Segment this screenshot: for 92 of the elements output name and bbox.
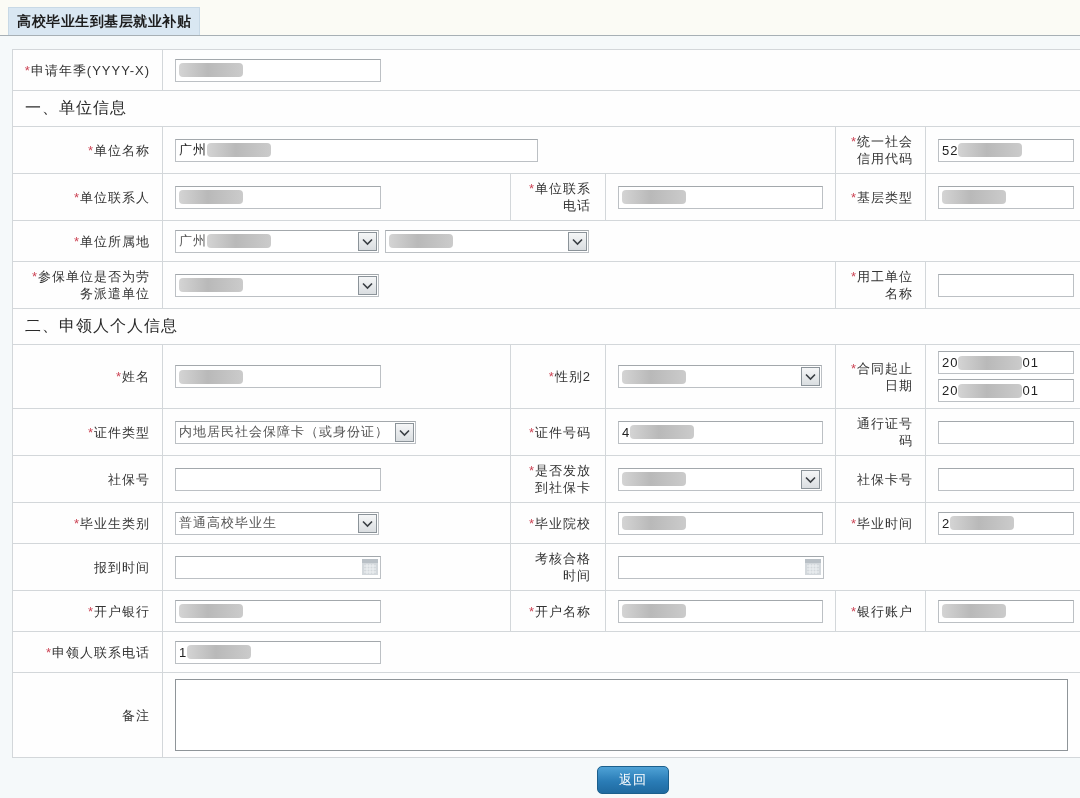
chevron-down-icon xyxy=(801,469,820,489)
chevron-down-icon xyxy=(358,275,377,295)
field-label: *参保单位是否为劳务派遣单位 xyxy=(31,269,150,301)
text-input[interactable]: 20 01 xyxy=(938,351,1075,374)
blur-redaction xyxy=(942,190,1006,204)
field-label: *用工单位名称 xyxy=(850,269,913,301)
field-label: 考核合格时间 xyxy=(535,551,591,583)
blur-redaction xyxy=(207,143,271,157)
select-field[interactable] xyxy=(385,229,589,253)
select-field[interactable] xyxy=(618,365,822,388)
blur-redaction xyxy=(179,63,243,77)
field-label: *姓名 xyxy=(115,369,150,384)
text-input[interactable]: 1 xyxy=(175,640,381,664)
text-input[interactable] xyxy=(938,273,1075,297)
field-label: *是否发放到社保卡 xyxy=(528,463,591,495)
blur-redaction xyxy=(622,604,686,618)
text-input[interactable] xyxy=(175,185,381,209)
select-field[interactable] xyxy=(175,273,379,297)
text-input[interactable]: 20 01 xyxy=(938,379,1075,402)
select-field[interactable]: 广州 xyxy=(175,229,379,253)
blur-redaction xyxy=(187,645,252,659)
field-label: *毕业院校 xyxy=(528,515,591,531)
select-field[interactable]: 普通高校毕业生 xyxy=(175,511,379,535)
field-label: *银行账户 xyxy=(850,603,913,619)
field-label: 社保号 xyxy=(108,471,150,487)
field-label: 通行证号码 xyxy=(857,416,913,448)
chevron-down-icon xyxy=(568,231,587,251)
blur-redaction xyxy=(622,472,686,486)
text-input[interactable]: 4 xyxy=(618,420,823,444)
field-label: *申领人联系电话 xyxy=(45,644,150,660)
blur-redaction xyxy=(630,425,695,439)
text-input[interactable] xyxy=(938,420,1075,444)
blur-redaction xyxy=(622,369,686,384)
chevron-down-icon xyxy=(801,367,820,386)
field-label: *统一社会信用代码 xyxy=(850,134,913,166)
text-input[interactable] xyxy=(618,185,823,209)
text-input[interactable] xyxy=(175,599,381,623)
text-input[interactable]: 广州 xyxy=(175,138,538,162)
field-label: *性别2 xyxy=(548,369,591,384)
text-input[interactable]: 2 xyxy=(938,511,1075,535)
field-label: *开户名称 xyxy=(528,603,591,619)
text-input[interactable] xyxy=(175,58,381,82)
chevron-down-icon xyxy=(395,422,414,442)
field-label: 社保卡号 xyxy=(857,471,913,487)
blur-redaction xyxy=(389,234,453,248)
text-input[interactable] xyxy=(938,599,1075,623)
blur-redaction xyxy=(958,383,1023,398)
blur-redaction xyxy=(207,234,271,248)
field-label: *毕业生类别 xyxy=(73,515,150,531)
page-title: 高校毕业生到基层就业补贴 xyxy=(8,7,200,35)
section-title: 一、单位信息 xyxy=(25,99,127,116)
field-label: *单位联系人 xyxy=(73,189,150,205)
blur-redaction xyxy=(942,604,1006,618)
text-input[interactable] xyxy=(938,467,1075,491)
field-label: *基层类型 xyxy=(850,189,913,205)
field-label: *证件号码 xyxy=(528,424,591,440)
text-input[interactable] xyxy=(175,467,381,491)
calendar-icon xyxy=(362,559,378,575)
blur-redaction xyxy=(622,516,686,530)
blur-redaction xyxy=(179,190,243,204)
date-input[interactable] xyxy=(618,555,824,579)
field-label: *单位所属地 xyxy=(73,233,150,249)
text-input[interactable] xyxy=(618,599,823,623)
textarea-field[interactable] xyxy=(175,679,1069,751)
blur-redaction xyxy=(958,355,1023,370)
select-field[interactable] xyxy=(618,467,822,491)
blur-redaction xyxy=(958,143,1023,157)
field-label: 备注 xyxy=(122,707,150,723)
field-label: *开户银行 xyxy=(87,603,150,619)
field-label: *单位联系电话 xyxy=(528,181,591,213)
date-input[interactable] xyxy=(175,555,381,579)
field-label: *毕业时间 xyxy=(850,515,913,531)
section-title: 二、申领人个人信息 xyxy=(25,317,178,334)
field-label: *单位名称 xyxy=(87,142,150,158)
blur-redaction xyxy=(179,604,243,618)
chevron-down-icon xyxy=(358,513,377,533)
text-input[interactable] xyxy=(175,365,381,388)
blur-redaction xyxy=(622,190,686,204)
blur-redaction xyxy=(179,369,243,384)
text-input[interactable]: 52 xyxy=(938,138,1075,162)
chevron-down-icon xyxy=(358,231,377,251)
field-label: *证件类型 xyxy=(87,424,150,440)
text-input[interactable] xyxy=(938,185,1075,209)
field-label: *申请年季(YYYY-X) xyxy=(24,62,150,78)
blur-redaction xyxy=(950,516,1015,530)
field-label: *合同起止日期 xyxy=(850,360,913,393)
text-input[interactable] xyxy=(618,511,823,535)
field-label: 报到时间 xyxy=(94,559,150,575)
select-field[interactable]: 内地居民社会保障卡（或身份证） xyxy=(175,420,416,444)
back-button[interactable]: 返回 xyxy=(597,766,669,794)
blur-redaction xyxy=(179,278,243,292)
calendar-icon xyxy=(805,559,821,575)
